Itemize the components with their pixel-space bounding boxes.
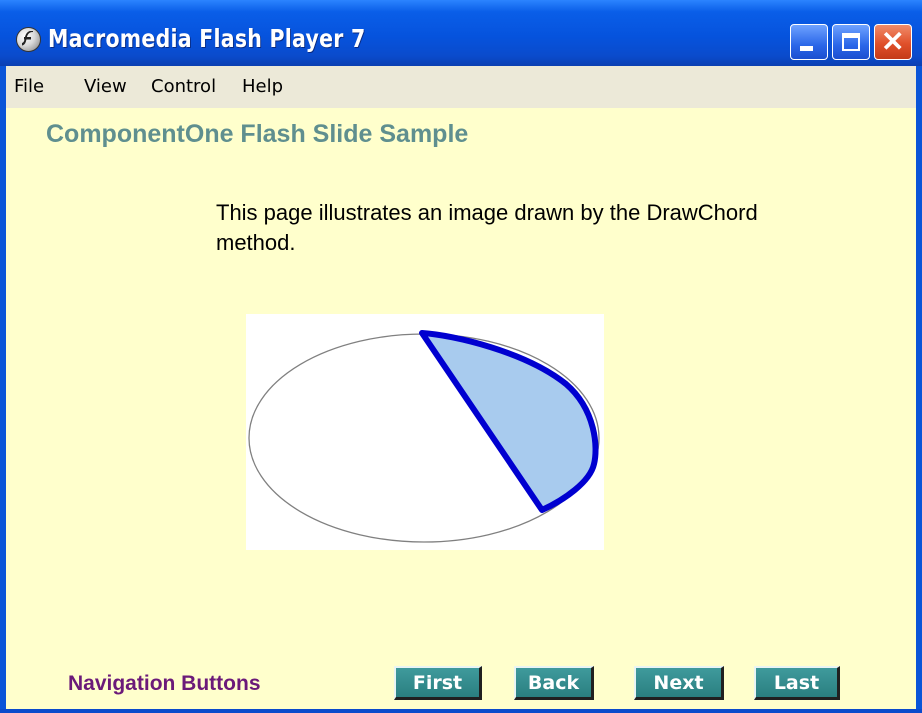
chord-drawing: [248, 330, 600, 543]
menu-control[interactable]: Control: [151, 76, 216, 97]
close-icon: ✕: [881, 26, 905, 57]
menu-help[interactable]: Help: [242, 76, 283, 97]
last-button[interactable]: Last: [754, 666, 840, 700]
window-title: Macromedia Flash Player 7: [48, 24, 366, 53]
app-window: Macromedia Flash Player 7 ✕ File View Co…: [0, 0, 922, 713]
menu-file[interactable]: File: [14, 76, 44, 97]
window-frame-bottom: [0, 709, 922, 713]
minimize-button[interactable]: [790, 24, 828, 60]
back-button[interactable]: Back: [514, 666, 594, 700]
next-button[interactable]: Next: [634, 666, 724, 700]
chord-image: [246, 314, 604, 550]
maximize-icon: [842, 33, 860, 51]
flash-content-area: ComponentOne Flash Slide Sample This pag…: [6, 108, 916, 709]
close-button[interactable]: ✕: [874, 24, 912, 60]
maximize-button[interactable]: [832, 24, 870, 60]
navigation-label: Navigation Buttons: [68, 672, 261, 695]
slide-description: This page illustrates an image drawn by …: [216, 200, 758, 255]
chord-segment: [419, 330, 599, 513]
first-button[interactable]: First: [394, 666, 482, 700]
minimize-icon: [800, 46, 813, 51]
slide-title: ComponentOne Flash Slide Sample: [46, 120, 469, 148]
title-bar[interactable]: Macromedia Flash Player 7 ✕: [0, 0, 922, 66]
flash-player-icon[interactable]: [16, 27, 41, 52]
menu-view[interactable]: View: [84, 76, 127, 97]
menu-bar: File View Control Help: [6, 66, 916, 108]
